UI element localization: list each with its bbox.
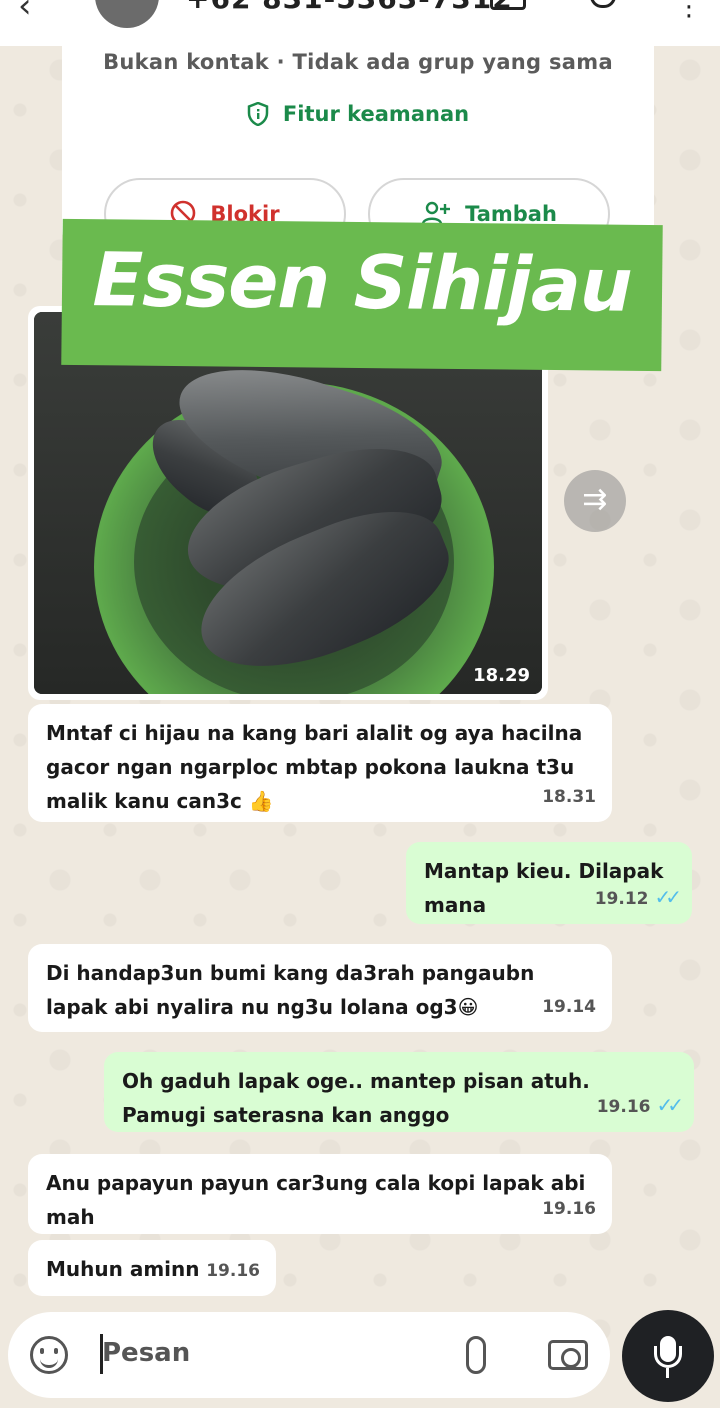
emoji-icon[interactable] <box>30 1336 68 1374</box>
microphone-button[interactable] <box>622 1310 714 1402</box>
avatar[interactable] <box>95 0 159 28</box>
double-check-icon: ✓✓ <box>654 885 681 909</box>
contact-phone[interactable]: +62 831-5363-7312 <box>186 0 513 15</box>
message-bubble[interactable]: Oh gaduh lapak oge.. mantep pisan atuh. … <box>104 1052 694 1132</box>
message-bubble[interactable]: Mantap kieu. Dilapak mana 19.12 ✓✓ <box>406 842 692 924</box>
fish-photo[interactable]: 18.29 <box>34 312 542 694</box>
message-text: Oh gaduh lapak oge.. mantep pisan atuh. … <box>122 1069 590 1127</box>
security-features-link[interactable]: Fitur keamanan <box>62 102 654 126</box>
message-time: 18.31 <box>542 787 596 807</box>
video-call-icon[interactable] <box>490 0 526 10</box>
message-composer[interactable]: Pesan <box>8 1312 610 1398</box>
overlay-banner: Essen Sihijau <box>61 218 663 372</box>
message-bubble[interactable]: Muhun aminn 19.16 <box>28 1240 276 1296</box>
shield-icon <box>247 102 269 126</box>
message-text: Di handap3un bumi kang da3rah pangaubn l… <box>46 961 535 1019</box>
camera-icon[interactable] <box>548 1340 588 1370</box>
message-time: 19.16 <box>206 1261 260 1281</box>
forward-icon[interactable]: ⇉ <box>564 470 626 532</box>
message-time: 19.14 <box>542 997 596 1017</box>
message-time: 18.29 <box>473 665 530 686</box>
message-text: Mntaf ci hijau na kang bari alalit og ay… <box>46 721 583 813</box>
message-bubble[interactable]: Mntaf ci hijau na kang bari alalit og ay… <box>28 704 612 822</box>
message-text: Muhun aminn <box>46 1257 200 1281</box>
message-time: 19.16 <box>596 1097 651 1117</box>
message-time: 19.16 <box>542 1199 596 1219</box>
message-bubble[interactable]: Anu papayun payun car3ung cala kopi lapa… <box>28 1154 612 1234</box>
message-time-wrap: 19.16 ✓✓ <box>596 1088 684 1124</box>
message-time: 19.12 <box>594 889 649 909</box>
double-check-icon: ✓✓ <box>656 1093 683 1117</box>
back-arrow-icon[interactable]: ‹ <box>18 0 32 26</box>
paperclip-icon[interactable] <box>466 1336 486 1374</box>
security-label: Fitur keamanan <box>282 102 470 126</box>
message-bubble[interactable]: Di handap3un bumi kang da3rah pangaubn l… <box>28 944 612 1032</box>
voice-call-icon[interactable] <box>590 0 616 8</box>
message-text: Anu papayun payun car3ung cala kopi lapa… <box>46 1171 586 1229</box>
chat-header: ‹ +62 831-5363-7312 ⋮ <box>0 0 720 46</box>
contact-status-text: Bukan kontak · Tidak ada grup yang sama <box>103 50 613 74</box>
message-input[interactable]: Pesan <box>102 1338 190 1368</box>
message-time-wrap: 19.12 ✓✓ <box>594 880 682 916</box>
banner-text: Essen Sihijau <box>92 237 633 329</box>
contact-info-card: Bukan kontak · Tidak ada grup yang sama … <box>62 46 654 250</box>
more-vert-icon[interactable]: ⋮ <box>676 0 702 22</box>
